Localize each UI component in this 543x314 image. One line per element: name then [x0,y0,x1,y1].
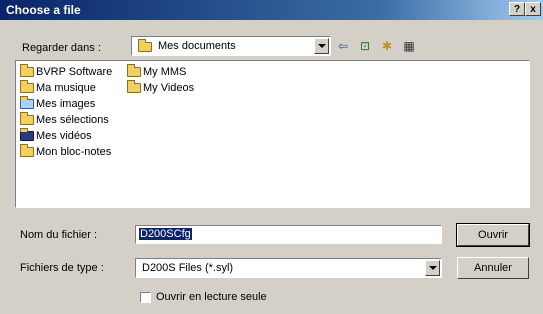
filetype-value: D200S Files (*.syl) [142,262,234,274]
list-item[interactable]: My Videos [127,80,194,96]
list-item[interactable]: Mes sélections [20,112,109,128]
list-item[interactable]: BVRP Software [20,64,112,80]
folder-icon [127,64,141,78]
up-folder-icon[interactable]: ⊡ [356,37,374,55]
file-list[interactable]: BVRP Software Ma musique Mes images Mes … [15,60,530,208]
list-item[interactable]: My MMS [127,64,186,80]
lookin-value: Mes documents [158,40,236,52]
folder-icon [20,112,34,126]
filetype-dropdown[interactable]: D200S Files (*.syl) [135,258,442,278]
close-button[interactable]: x [525,2,541,16]
open-button[interactable]: Ouvrir [456,223,530,247]
folder-icon [20,144,34,158]
list-item[interactable]: Mon bloc-notes [20,144,111,160]
folder-icon [20,64,34,78]
back-icon[interactable]: ⇦ [334,37,352,55]
chevron-down-icon[interactable] [425,260,440,276]
lookin-label: Regarder dans : [22,42,101,54]
folder-icon [138,39,152,53]
video-folder-icon [20,128,34,142]
cancel-button[interactable]: Annuler [457,257,529,279]
readonly-label: Ouvrir en lecture seule [156,291,267,303]
window-title: Choose a file [6,3,81,17]
folder-icon [127,80,141,94]
lookin-dropdown[interactable]: Mes documents [131,36,331,56]
filetype-label: Fichiers de type : [20,262,104,274]
pictures-folder-icon [20,96,34,110]
help-button[interactable]: ? [509,2,525,16]
title-bar: Choose a file ? x [0,0,543,20]
readonly-checkbox[interactable] [140,292,151,303]
list-item[interactable]: Mes images [20,96,95,112]
new-folder-icon[interactable]: ✱ [378,37,396,55]
filename-input[interactable]: D200SCfg [135,225,442,244]
list-item[interactable]: Ma musique [20,80,96,96]
list-item[interactable]: Mes vidéos [20,128,92,144]
filename-label: Nom du fichier : [20,229,98,241]
filename-value: D200SCfg [139,228,192,240]
music-folder-icon [20,80,34,94]
chevron-down-icon[interactable] [314,38,329,54]
view-menu-icon[interactable]: ▦ [400,37,418,55]
